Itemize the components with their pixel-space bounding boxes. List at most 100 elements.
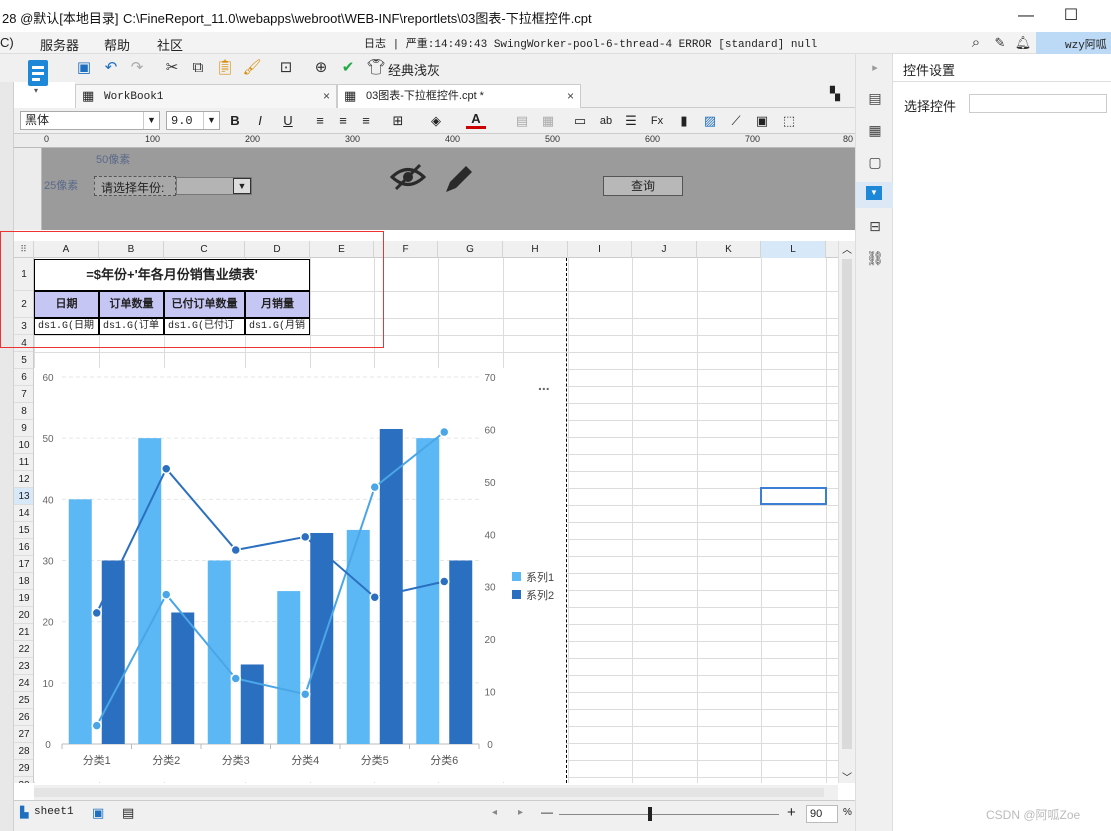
add-poly-sheet-icon[interactable]: ▤ [122,805,134,821]
year-dropdown[interactable]: ▼ [176,177,252,195]
hyperlink-icon[interactable]: ⛓︎ [865,248,885,268]
col-header-j[interactable]: J [632,241,697,258]
chevron-down-icon[interactable]: ﹀ [842,769,852,784]
row-header-23[interactable]: 23 [14,658,33,675]
col-header-k[interactable]: K [697,241,761,258]
col-header-l[interactable]: L [761,241,826,258]
font-select[interactable]: 黑体 ▼ [20,111,160,130]
row-header-22[interactable]: 22 [14,641,33,658]
row-header-6[interactable]: 6 [14,369,33,386]
check-icon[interactable]: ✔ [338,58,358,78]
sheet-tab[interactable]: sheet1 [34,806,74,818]
select-widget-field[interactable] [969,94,1107,113]
horizontal-scrollbar[interactable] [34,785,838,800]
cut-icon[interactable]: ✂ [162,58,182,78]
cell-element-icon[interactable]: ▦ [865,120,885,140]
zoom-out-button[interactable]: — [541,805,553,819]
col-header-g[interactable]: G [438,241,503,258]
format-painter-icon[interactable]: 🖌︎ [242,58,262,78]
formula-icon[interactable]: Fx [647,111,667,131]
save-icon[interactable]: ▣ [74,58,94,78]
preview-icon[interactable]: ⊕ [311,58,331,78]
row-header-9[interactable]: 9 [14,420,33,437]
row-header-21[interactable]: 21 [14,624,33,641]
row-header-7[interactable]: 7 [14,386,33,403]
row-header-5[interactable]: 5 [14,352,33,369]
chart-icon[interactable]: ▮ [674,111,694,131]
query-button[interactable]: 查询 [603,176,683,196]
maximize-button[interactable]: ☐ [1051,4,1091,28]
theme-icon[interactable]: 👕︎ [366,58,386,78]
frame-icon[interactable]: ⬚ [779,111,799,131]
row-header-15[interactable]: 15 [14,522,33,539]
cell-attr-icon[interactable]: ▤ [865,88,885,108]
find-replace-icon[interactable]: ⊡ [276,58,296,78]
row-header-11[interactable]: 11 [14,454,33,471]
add-sheet-icon[interactable]: ▣ [92,805,104,821]
minimize-button[interactable]: — [1006,4,1046,28]
row-header-16[interactable]: 16 [14,539,33,556]
scroll-thumb[interactable] [842,259,852,749]
paragraph-icon[interactable]: ☰ [621,111,641,131]
row-header-30[interactable]: 30 [14,777,33,783]
row-header-14[interactable]: 14 [14,505,33,522]
row-header-28[interactable]: 28 [14,743,33,760]
close-icon[interactable]: × [567,85,574,107]
col-header-i[interactable]: I [568,241,632,258]
insert-cell-icon[interactable]: ▭ [570,111,590,131]
row-header-13[interactable]: 13 [14,488,33,505]
close-icon[interactable]: × [323,85,330,107]
row-header-26[interactable]: 26 [14,709,33,726]
selected-cell[interactable] [760,487,827,505]
theme-label[interactable]: 经典浅灰 [388,60,440,79]
select-year-label[interactable]: 请选择年份: [94,176,176,196]
font-color-icon[interactable]: A [466,111,486,129]
search-icon[interactable]: ⌕ [966,33,986,53]
align-center-icon[interactable]: ≡ [333,111,353,131]
align-left-icon[interactable]: ≡ [310,111,330,131]
redo-icon[interactable]: ↷ [127,58,147,78]
row-header-18[interactable]: 18 [14,573,33,590]
edit-pencil-icon[interactable] [442,164,474,199]
hscroll-thumb[interactable] [34,788,824,797]
underline-button[interactable]: U [278,111,298,131]
row-header-20[interactable]: 20 [14,607,33,624]
unmerge-icon[interactable]: ▦ [538,111,558,131]
bold-button[interactable]: B [225,111,245,131]
text-icon[interactable]: ab [596,111,616,131]
row-header-29[interactable]: 29 [14,760,33,777]
float-element-icon[interactable]: ▢ [865,152,885,172]
subreport-icon[interactable]: ▣ [752,111,772,131]
fill-color-icon[interactable]: ◈ [426,111,446,131]
row-header-10[interactable]: 10 [14,437,33,454]
tab-workbook1[interactable]: ▦ WorkBook1 × [75,84,337,108]
collapse-icon[interactable]: ▸ [865,58,885,78]
italic-button[interactable]: I [250,111,270,131]
col-header-h[interactable]: H [503,241,568,258]
scroll-left-icon[interactable]: ◂ [492,807,497,818]
menu-item-cut[interactable]: C) [0,35,14,50]
menu-item-community[interactable]: 社区 [157,35,183,54]
edit-doc-icon[interactable]: ✎ [990,33,1010,53]
undo-icon[interactable]: ↶ [101,58,121,78]
chart-more-icon[interactable]: ... [538,377,550,393]
border-icon[interactable]: ⊞ [388,111,408,131]
widget-settings-tab[interactable]: ▼ [856,182,893,208]
chart-container[interactable]: 0 10 20 30 40 50 60 0 10 20 30 40 50 60 70 分类1 分类2 分类3 分类4… [34,368,566,782]
tab-cpt-file[interactable]: ▦ 03图表-下拉框控件.cpt * × [337,84,581,108]
row-header-12[interactable]: 12 [14,471,33,488]
row-header-27[interactable]: 27 [14,726,33,743]
vertical-scrollbar[interactable]: ︿ ﹀ [838,241,855,784]
user-badge[interactable]: wzy阿呱 [1036,32,1111,54]
tab-menu-icon[interactable]: ▚ [830,86,840,102]
zoom-slider-thumb[interactable] [648,807,652,821]
scroll-right-icon[interactable]: ▸ [518,807,523,818]
copy-icon[interactable]: ⧉ [188,58,208,78]
font-size-select[interactable]: 9.0 ▼ [166,111,220,130]
menu-item-help[interactable]: 帮助 [104,35,130,54]
zoom-input[interactable]: 90 [806,805,838,823]
condition-icon[interactable]: ⊟ [865,216,885,236]
template-icon[interactable]: ▾ [24,58,52,95]
merge-icon[interactable]: ▤ [512,111,532,131]
slash-icon[interactable]: ⟋ [726,111,746,131]
